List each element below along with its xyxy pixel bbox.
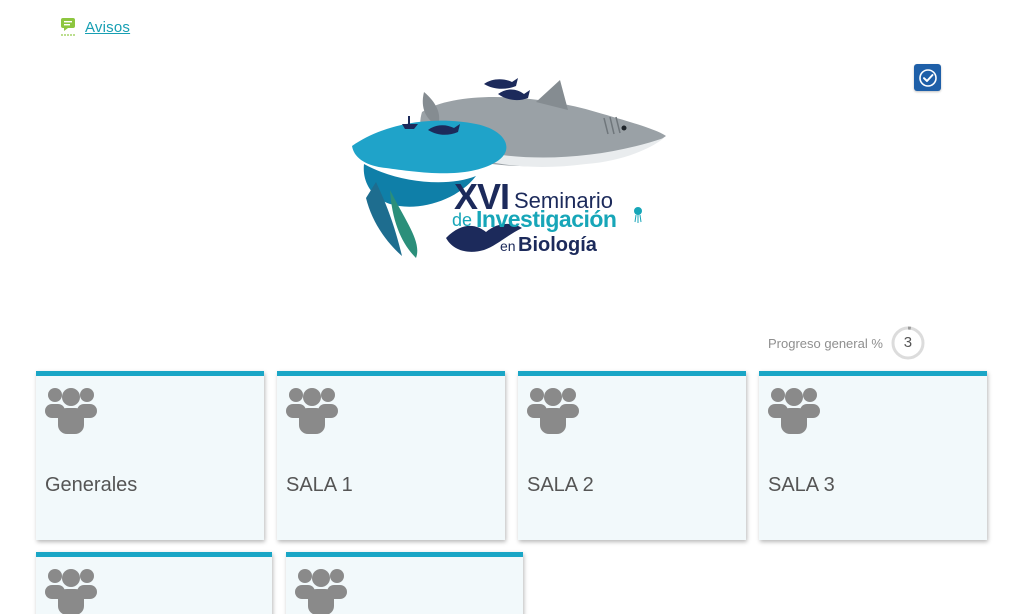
- card-label: SALA 2: [527, 474, 594, 496]
- group-icon: [45, 388, 97, 434]
- title-de: de: [452, 210, 473, 230]
- card-label: SALA 1: [286, 474, 353, 496]
- completion-status-badge[interactable]: [914, 64, 941, 91]
- avisos-label: Avisos: [85, 18, 131, 36]
- group-icon: [768, 388, 820, 434]
- section-card-6[interactable]: [286, 552, 523, 614]
- course-page: Avisos XVI Seminario de Investigación en…: [0, 0, 1026, 614]
- title-en: en: [500, 238, 516, 254]
- progress-ring: 3: [890, 325, 926, 361]
- section-card-generales[interactable]: Generales: [36, 371, 264, 540]
- card-label: Generales: [45, 474, 138, 496]
- overall-progress: Progreso general % 3: [768, 325, 926, 361]
- section-card-sala-2[interactable]: SALA 2: [518, 371, 746, 540]
- group-icon: [286, 388, 338, 434]
- group-icon: [45, 569, 97, 614]
- progress-value: 3: [903, 334, 913, 351]
- group-icon: [527, 388, 579, 434]
- check-circle-icon: [918, 68, 937, 87]
- group-icon: [295, 569, 347, 614]
- seminar-title: XVI Seminario de Investigación en Biolog…: [452, 176, 652, 260]
- progress-label: Progreso general %: [768, 335, 883, 351]
- card-label: SALA 3: [768, 474, 835, 496]
- title-biologia: Biología: [518, 234, 597, 256]
- avisos-link[interactable]: Avisos: [59, 17, 130, 37]
- title-investigacion: Investigación: [476, 206, 617, 232]
- section-card-sala-1[interactable]: SALA 1: [277, 371, 505, 540]
- chat-bubble-icon: [61, 18, 75, 36]
- section-card-5[interactable]: [36, 552, 272, 614]
- section-card-sala-3[interactable]: SALA 3: [759, 371, 987, 540]
